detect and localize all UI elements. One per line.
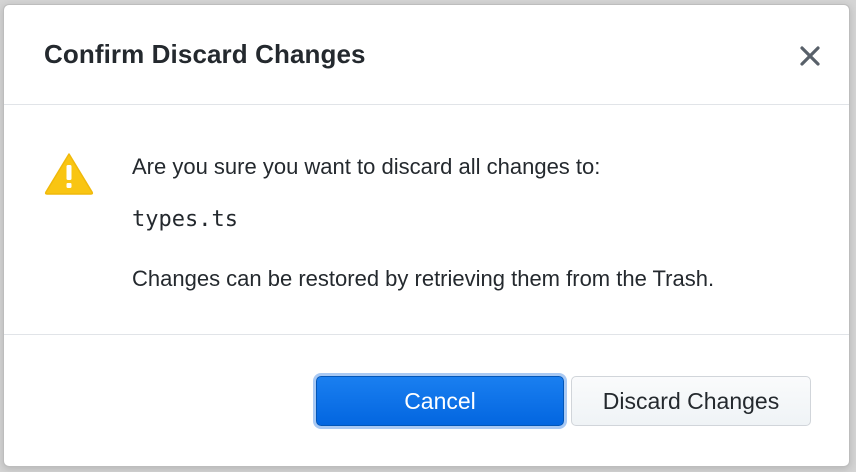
- close-button[interactable]: [795, 41, 825, 71]
- dialog-header: Confirm Discard Changes: [4, 5, 849, 105]
- dialog-footer: Cancel Discard Changes: [4, 335, 849, 468]
- dialog-body: Are you sure you want to discard all cha…: [4, 105, 849, 335]
- confirm-discard-dialog: Confirm Discard Changes Are you sure you…: [3, 4, 850, 467]
- dialog-title: Confirm Discard Changes: [44, 39, 366, 69]
- warning-icon: [44, 151, 94, 195]
- file-name: types.ts: [132, 207, 238, 232]
- restore-note: Changes can be restored by retrieving th…: [132, 266, 715, 291]
- confirm-message: Are you sure you want to discard all cha…: [132, 154, 601, 179]
- cancel-button[interactable]: Cancel: [316, 376, 564, 426]
- discard-changes-button[interactable]: Discard Changes: [571, 376, 811, 426]
- close-icon: [800, 46, 820, 66]
